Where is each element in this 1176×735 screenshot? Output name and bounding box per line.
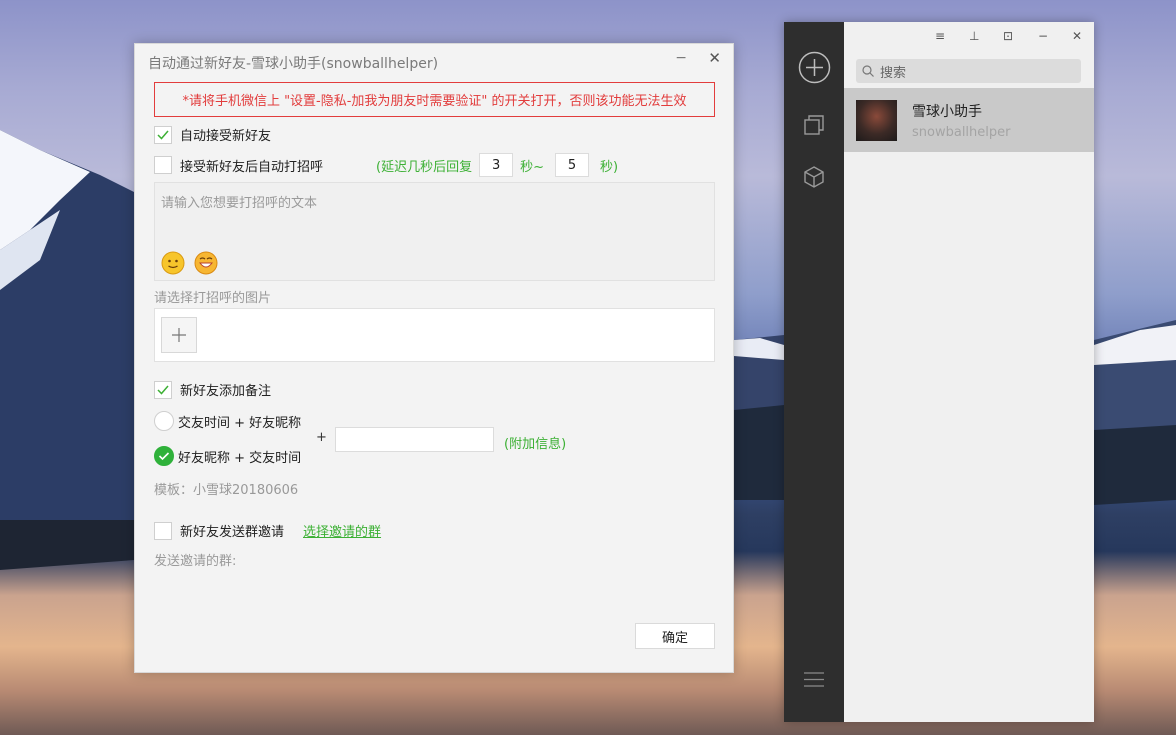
check-icon [158, 452, 170, 461]
image-label: 请选择打招呼的图片 [154, 291, 272, 306]
delay-max-input[interactable]: 5 [555, 153, 589, 177]
greeting-textarea[interactable]: 请输入您想要打招呼的文本 [154, 182, 715, 281]
add-remark-label: 新好友添加备注 [180, 384, 272, 399]
avatar [856, 100, 897, 141]
remark-option-2: 好友昵称 + 交友时间 [154, 446, 301, 466]
pin-icon[interactable]: ⊥ [969, 29, 979, 43]
plus-sign: + [316, 430, 327, 445]
search-input[interactable]: 搜索 [856, 59, 1081, 83]
auto-accept-row: 自动接受新好友 [154, 125, 271, 144]
close-icon[interactable]: ✕ [1072, 29, 1082, 43]
group-invite-checkbox[interactable] [154, 521, 172, 540]
list-icon[interactable]: ≡ [935, 29, 945, 43]
add-remark-checkbox[interactable] [154, 380, 172, 399]
add-circle-icon[interactable] [798, 51, 831, 84]
add-remark-row: 新好友添加备注 [154, 380, 271, 399]
check-icon [157, 130, 169, 140]
auto-accept-checkbox[interactable] [154, 125, 172, 144]
remark-option-1: 交友时间 + 好友昵称 [154, 411, 301, 431]
menu-icon[interactable] [804, 671, 824, 688]
auto-accept-dialog: 自动通过新好友-雪球小助手(snowballhelper) − ✕ *请将手机微… [134, 43, 734, 673]
maximize-icon[interactable]: ⊡ [1003, 29, 1013, 43]
box-icon[interactable] [803, 165, 825, 189]
chat-name: 雪球小助手 [912, 104, 982, 120]
dialog-title: 自动通过新好友-雪球小助手(snowballhelper) [148, 56, 439, 72]
group-invite-label: 新好友发送群邀请 [180, 525, 285, 540]
remark-radio-nick-time[interactable] [154, 446, 174, 466]
remark-radio-time-nick[interactable] [154, 411, 174, 431]
chat-list-item[interactable]: 雪球小助手 snowballhelper [844, 88, 1094, 152]
delay-prefix: (延迟几秒后回复 [376, 159, 473, 175]
choose-group-link[interactable]: 选择邀请的群 [303, 521, 381, 540]
group-invite-row: 新好友发送群邀请 选择邀请的群 [154, 521, 381, 540]
auto-greet-row: 接受新好友后自动打招呼 (延迟几秒后回复 3 秒~ 5 秒) [154, 153, 624, 177]
wechat-main: ≡ ⊥ ⊡ − ✕ 搜索 雪球小助手 snowballhelper [844, 22, 1094, 722]
template-text: 模板：小雪球20180606 [154, 483, 299, 498]
extra-info-label: (附加信息) [504, 437, 567, 452]
minimize-button[interactable]: − [675, 50, 687, 66]
search-icon [862, 65, 874, 77]
add-image-button[interactable] [161, 317, 197, 353]
close-button[interactable]: ✕ [708, 49, 721, 67]
minimize-icon[interactable]: − [1038, 29, 1048, 43]
remark-radio-1-label: 交友时间 + 好友昵称 [178, 415, 302, 431]
ok-button[interactable]: 确定 [635, 623, 715, 649]
wechat-window: ≡ ⊥ ⊡ − ✕ 搜索 雪球小助手 snowballhelper [784, 22, 1094, 722]
delay-mid: 秒~ [520, 159, 544, 175]
grin-emoji-icon[interactable] [194, 251, 218, 275]
auto-accept-label: 自动接受新好友 [180, 129, 272, 144]
send-groups-label: 发送邀请的群: [154, 554, 237, 569]
remark-radio-2-label: 好友昵称 + 交友时间 [178, 450, 302, 466]
warning-banner: *请将手机微信上 "设置-隐私-加我为朋友时需要验证" 的开关打开，否则该功能无… [154, 82, 715, 117]
plus-icon [172, 328, 186, 342]
wechat-sidebar [784, 22, 844, 722]
smile-emoji-icon[interactable] [161, 251, 185, 275]
image-picker [154, 308, 715, 362]
delay-min-input[interactable]: 3 [479, 153, 514, 177]
delay-suffix: 秒) [600, 159, 619, 175]
check-icon [157, 385, 169, 395]
auto-greet-label: 接受新好友后自动打招呼 [180, 159, 324, 175]
greeting-placeholder: 请输入您想要打招呼的文本 [161, 196, 318, 211]
chat-subtitle: snowballhelper [912, 125, 1011, 140]
auto-greet-checkbox[interactable] [154, 156, 172, 174]
copy-icon[interactable] [803, 114, 825, 136]
extra-info-input[interactable] [335, 427, 494, 452]
search-placeholder: 搜索 [880, 65, 907, 81]
warning-text: *请将手机微信上 "设置-隐私-加我为朋友时需要验证" 的开关打开，否则该功能无… [182, 94, 687, 109]
